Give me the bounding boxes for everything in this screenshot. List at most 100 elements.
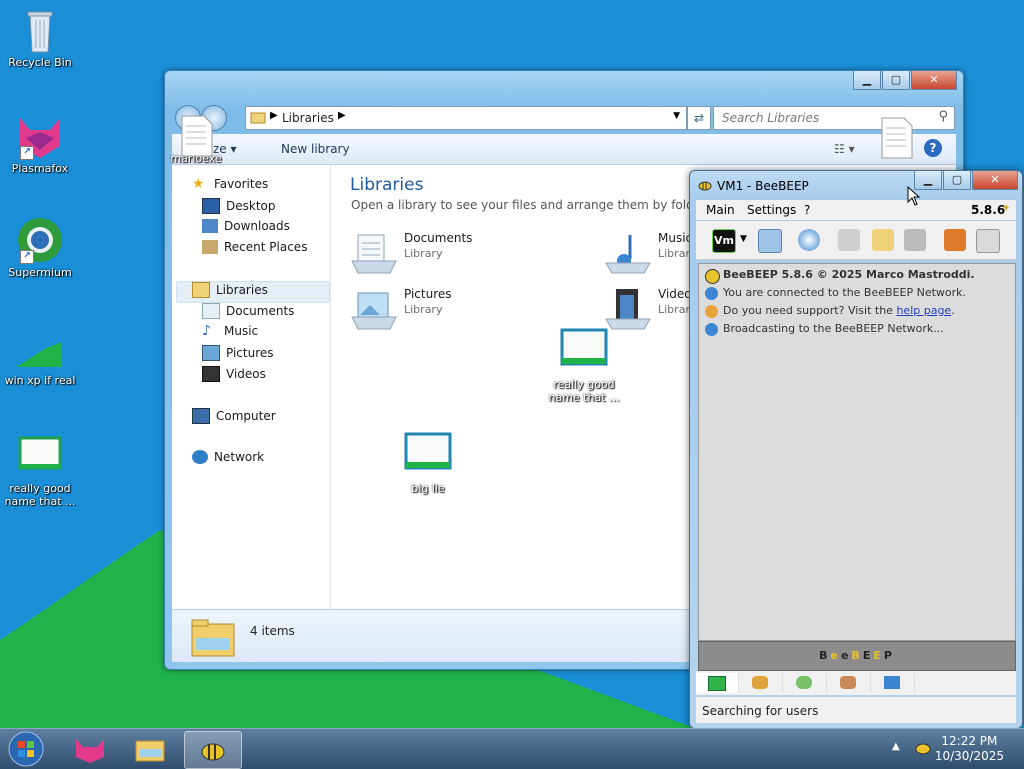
shortcut-arrow-icon: ↗ <box>20 146 34 160</box>
window-title: VM1 - BeeBEEP <box>717 179 809 193</box>
bee-icon <box>698 181 712 191</box>
documents-icon <box>202 303 220 319</box>
nav-item-desktop[interactable]: Desktop <box>202 198 276 214</box>
network-icon <box>705 287 718 300</box>
edit-profile-icon[interactable] <box>758 229 782 253</box>
nav-item-recent-places[interactable]: Recent Places <box>202 240 307 254</box>
pictures-library-icon <box>350 287 398 331</box>
address-bar[interactable]: ▶ Libraries ▶ ▼ <box>245 106 687 130</box>
computer-icon <box>192 408 210 424</box>
landscape-image-icon <box>16 324 64 372</box>
desktop-icon-plasmafox[interactable]: ↗ Plasmafox <box>0 112 80 175</box>
tab-groups[interactable] <box>828 673 871 693</box>
nav-item-documents[interactable]: Documents <box>202 303 294 319</box>
desktop-icon-label: really good name that ... <box>548 378 620 404</box>
taskbar-beebeep[interactable] <box>184 731 242 769</box>
share-folder-icon[interactable] <box>944 229 966 251</box>
file-icon-marioexe[interactable]: marioexe <box>156 114 236 165</box>
item-count: 4 items <box>250 624 295 638</box>
tab-users[interactable] <box>740 673 783 693</box>
dropdown-arrow-icon[interactable]: ▼ <box>740 234 747 244</box>
tools-icon[interactable] <box>904 229 926 251</box>
network-icon <box>192 450 208 464</box>
system-clock[interactable]: 12:22 PM 10/30/2025 <box>935 734 1004 764</box>
nav-item-network[interactable]: Network <box>192 450 264 464</box>
beebeep-banner: BeeBEEP <box>698 641 1016 671</box>
library-item-music[interactable]: Music Librar <box>604 231 692 275</box>
close-button[interactable]: ✕ <box>911 71 957 90</box>
help-icon[interactable]: ? <box>924 139 942 157</box>
music-library-icon <box>604 231 652 275</box>
library-item-videos[interactable]: Videos Librar <box>604 287 698 331</box>
breadcrumb-arrow-icon: ▶ <box>338 110 346 121</box>
search-icon: ⚲ <box>938 109 948 124</box>
maximize-button[interactable]: ▢ <box>882 71 910 90</box>
close-button[interactable]: ✕ <box>972 171 1018 190</box>
library-item-documents[interactable]: Documents Library <box>350 231 472 275</box>
show-hidden-icons-icon[interactable]: ▲ <box>892 741 900 752</box>
plasmafox-icon: ↗ <box>16 112 64 160</box>
vm-profile-button[interactable]: Vm <box>712 229 736 253</box>
image-file-icon <box>16 432 64 480</box>
libraries-folder-icon <box>191 619 235 657</box>
users-icon <box>752 676 768 689</box>
address-text: Libraries <box>282 111 334 125</box>
minimize-button[interactable]: ▁ <box>853 71 881 90</box>
beebeep-window[interactable]: VM1 - BeeBEEP ▁ ▢ ✕ Main Settings ? 5.8.… <box>689 170 1023 729</box>
text-file-icon[interactable] <box>878 116 914 163</box>
tab-chat[interactable] <box>696 673 739 693</box>
menu-main[interactable]: Main <box>706 203 735 217</box>
maximize-button[interactable]: ▢ <box>943 171 971 190</box>
desktop-icon-label: win xp if real <box>4 374 76 387</box>
nav-item-downloads[interactable]: Downloads <box>202 219 290 233</box>
desktop-icon-big-lie[interactable]: big lie <box>388 432 468 495</box>
dropdown-arrow-icon[interactable]: ▼ <box>673 111 680 121</box>
desktop-icon-label: Supermium <box>8 266 72 279</box>
start-button[interactable] <box>6 730 46 768</box>
desktop-icon-supermium[interactable]: ↗ Supermium <box>0 216 80 279</box>
bee-icon <box>201 743 225 761</box>
taskbar-explorer[interactable] <box>122 731 178 767</box>
clock-time: 12:22 PM <box>941 734 998 748</box>
desktop-icon-really-good-name-2[interactable]: really good name that ... <box>544 328 624 404</box>
desktop-icon-win-xp-if-real[interactable]: win xp if real <box>0 324 80 387</box>
search-input[interactable]: Search Libraries ⚲ <box>713 106 955 130</box>
group-icon[interactable] <box>838 229 860 251</box>
shortcut-arrow-icon: ↗ <box>20 250 34 264</box>
nav-item-music[interactable]: ♪ Music <box>202 324 258 338</box>
view-options-icon[interactable]: ☷ ▾ <box>834 142 855 156</box>
nav-item-libraries[interactable]: Libraries <box>192 282 268 298</box>
documents-library-icon <box>350 231 398 275</box>
menu-settings[interactable]: Settings <box>747 203 796 217</box>
version-label: 5.8.6 <box>971 203 1006 217</box>
tab-chats[interactable] <box>784 673 827 693</box>
menu-help[interactable]: ? <box>804 203 810 217</box>
nav-item-videos[interactable]: Videos <box>202 366 266 382</box>
taskbar: ▲ 12:22 PM 10/30/2025 <box>0 728 1024 769</box>
libraries-icon <box>192 282 210 298</box>
new-library-button[interactable]: New library <box>281 142 350 156</box>
page-title: Libraries <box>350 175 424 195</box>
desktop-icon-label: Recycle Bin <box>8 56 72 69</box>
nav-item-pictures[interactable]: Pictures <box>202 345 274 361</box>
desktop-icon-really-good-name[interactable]: really good name that ... <box>0 432 80 508</box>
desktop-icon-label: really good name that ... <box>4 482 76 508</box>
desktop-icon <box>202 198 220 214</box>
nav-item-favorites[interactable]: ★ Favorites <box>192 177 268 191</box>
bee-tray-icon[interactable] <box>914 739 932 757</box>
chat-log: BeeBEEP 5.8.6 © 2025 Marco Mastroddi. Yo… <box>698 263 1016 641</box>
nav-item-computer[interactable]: Computer <box>192 408 276 424</box>
tab-files[interactable] <box>872 673 915 693</box>
support-icon <box>705 305 718 318</box>
network-broadcast-icon[interactable] <box>798 229 820 251</box>
compose-icon[interactable] <box>872 229 894 251</box>
menu-bar: Main Settings ? 5.8.6 ✦ <box>696 200 1016 220</box>
groups-icon <box>840 676 856 689</box>
desktop-icon-recycle-bin[interactable]: Recycle Bin <box>0 6 80 69</box>
taskbar-plasmafox[interactable] <box>62 731 118 767</box>
files-icon <box>884 676 900 689</box>
library-item-pictures[interactable]: Pictures Library <box>350 287 452 331</box>
refresh-button[interactable]: ⇄ <box>687 106 711 130</box>
trash-icon[interactable] <box>976 229 1000 253</box>
help-page-link[interactable]: help page <box>896 304 951 317</box>
